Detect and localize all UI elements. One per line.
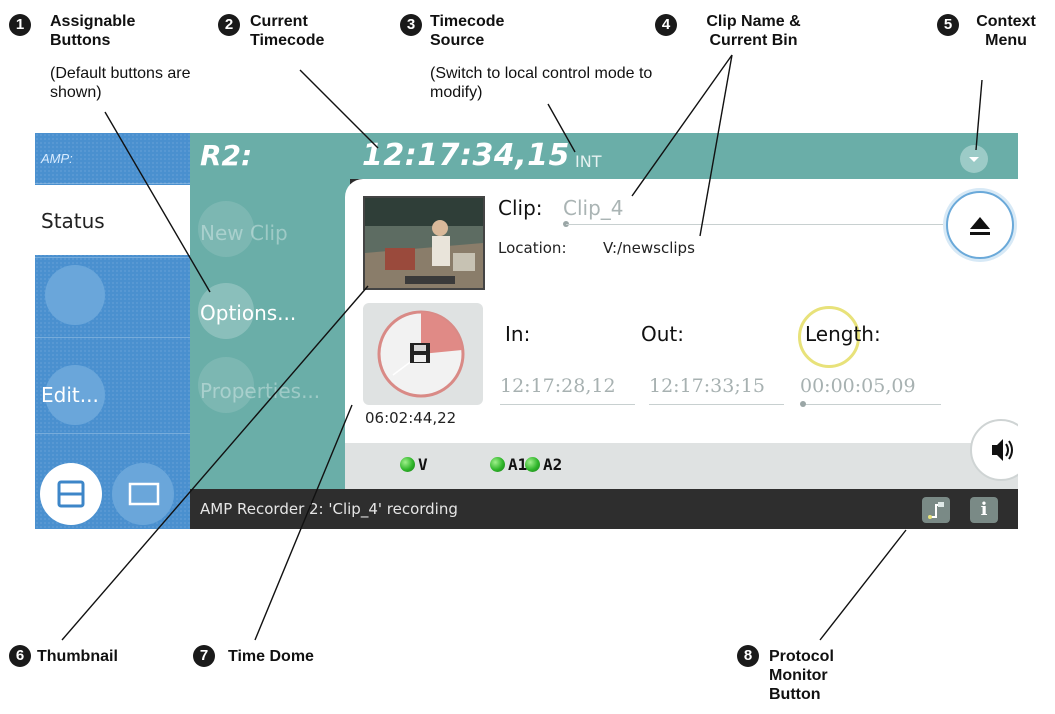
- callout-number: 1: [9, 14, 31, 36]
- single-view-button[interactable]: [112, 463, 174, 525]
- recorder-name: R2:: [200, 139, 253, 172]
- location-label: Location:: [498, 239, 567, 257]
- floppy-disk-icon: [410, 343, 430, 363]
- tab-status-label: Status: [41, 209, 105, 233]
- empty-button[interactable]: [45, 265, 105, 325]
- callout-note: (Default buttons are shown): [50, 65, 191, 101]
- led-v: [400, 457, 415, 472]
- split-view-icon: [57, 480, 85, 508]
- divider: [35, 337, 190, 338]
- led-v-label: V: [418, 455, 428, 474]
- in-underline: [500, 404, 635, 405]
- audio-button[interactable]: [970, 419, 1018, 481]
- out-timecode[interactable]: 12:17:33;15: [649, 375, 765, 397]
- protocol-monitor-button[interactable]: [922, 497, 950, 523]
- callout-title: Time Dome: [228, 648, 314, 665]
- callout-number: 2: [218, 14, 240, 36]
- clip-label: Clip:: [498, 196, 543, 220]
- track-indicator-bar: V A1 A2: [345, 443, 1018, 489]
- out-underline: [649, 404, 784, 405]
- led-a2: [525, 457, 540, 472]
- info-button[interactable]: i: [970, 497, 998, 523]
- callout-number: 7: [193, 645, 215, 667]
- callout-title: Current Timecode: [250, 13, 325, 49]
- callout-title: Clip Name & Current Bin: [706, 13, 801, 49]
- led-a2-label: A2: [543, 455, 563, 474]
- eject-button[interactable]: [946, 191, 1014, 259]
- header-bar: R2: 12:17:34,15 INT: [190, 133, 1018, 179]
- divider: [35, 183, 190, 184]
- callout-title: Protocol Monitor Button: [769, 648, 834, 703]
- callout-number: 3: [400, 14, 422, 36]
- tab-status[interactable]: Status: [35, 185, 199, 255]
- new-clip-button[interactable]: New Clip: [200, 221, 288, 245]
- out-label: Out:: [641, 322, 684, 346]
- length-label: Length:: [805, 322, 881, 346]
- properties-button[interactable]: Properties...: [200, 379, 320, 403]
- edit-button[interactable]: Edit...: [41, 383, 99, 407]
- time-dome-graphic: [377, 310, 465, 398]
- in-timecode[interactable]: 12:17:28,12: [500, 375, 616, 397]
- eject-icon: [970, 217, 990, 235]
- info-icon: i: [980, 499, 988, 520]
- callout-number: 4: [655, 14, 677, 36]
- current-timecode: 12:17:34,15: [362, 138, 570, 173]
- clip-name-field[interactable]: Clip_4: [563, 196, 624, 220]
- led-a1: [490, 457, 505, 472]
- thumbnail[interactable]: [363, 196, 485, 290]
- timecode-source[interactable]: INT: [575, 152, 601, 171]
- clip-underline: [566, 224, 966, 225]
- divider: [35, 433, 190, 434]
- in-label: In:: [505, 322, 531, 346]
- amp-tag: AMP:: [41, 151, 73, 166]
- length-timecode[interactable]: 00:00:05,09: [800, 375, 916, 397]
- thumbnail-image: [365, 198, 483, 288]
- callout-title: Assignable Buttons: [50, 13, 136, 49]
- status-bar: AMP Recorder 2: 'Clip_4' recording i: [190, 489, 1018, 529]
- time-dome-value: 06:02:44,22: [365, 409, 457, 427]
- divider: [35, 257, 190, 258]
- context-menu-button[interactable]: [960, 145, 988, 173]
- callout-title: Context Menu: [976, 13, 1036, 49]
- assignable-buttons-column: New Clip Options... Properties...: [190, 133, 350, 489]
- device-screen: AMP: Edit... Status New Clip Options... …: [35, 133, 1018, 529]
- context-menu-chevron-icon: [969, 157, 979, 162]
- time-dome: [363, 303, 483, 405]
- callout-number: 8: [737, 645, 759, 667]
- callout-number: 5: [937, 14, 959, 36]
- protocol-monitor-icon: [928, 502, 944, 519]
- status-message: AMP Recorder 2: 'Clip_4' recording: [200, 500, 458, 518]
- location-value[interactable]: V:/newsclips: [603, 239, 695, 257]
- single-view-icon: [128, 482, 160, 506]
- length-dot: [800, 401, 806, 407]
- callout-number: 6: [9, 645, 31, 667]
- callout-note: (Switch to local control mode to modify): [430, 65, 653, 101]
- callout-title: Thumbnail: [37, 648, 118, 665]
- speaker-icon: [992, 439, 1013, 461]
- options-button[interactable]: Options...: [200, 301, 296, 325]
- callout-title: Timecode Source: [430, 13, 505, 49]
- length-underline: [803, 404, 941, 405]
- split-view-button[interactable]: [40, 463, 102, 525]
